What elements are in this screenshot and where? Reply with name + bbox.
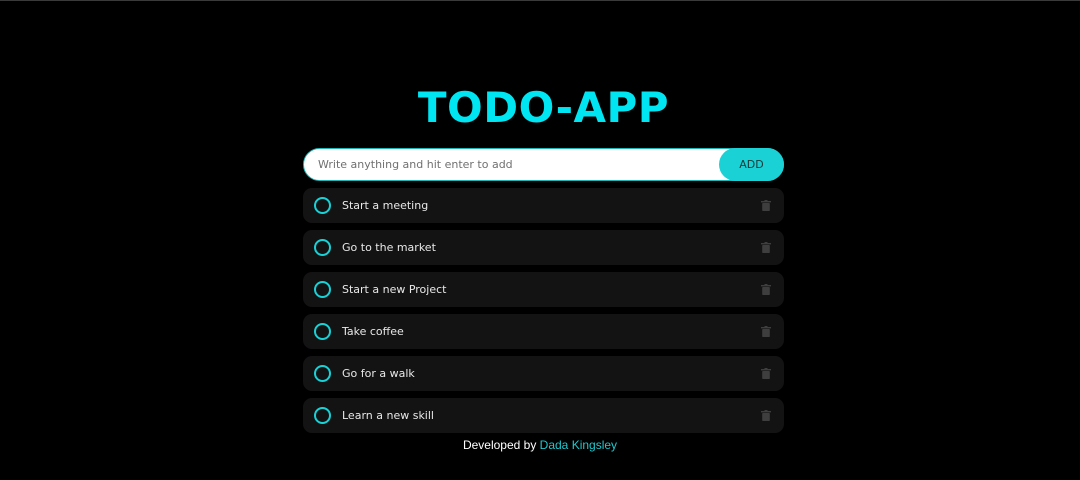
add-todo-form: ADD — [303, 148, 784, 181]
add-button[interactable]: ADD — [719, 148, 784, 181]
todo-item: Learn a new skill — [303, 398, 784, 433]
circle-outline-icon[interactable] — [314, 281, 331, 298]
todo-item: Go to the market — [303, 230, 784, 265]
todo-text: Learn a new skill — [342, 409, 434, 422]
todo-text: Start a meeting — [342, 199, 429, 212]
todo-app: TODO-APP ADD Start a meeting Go to the m… — [303, 84, 784, 440]
trash-icon[interactable] — [761, 284, 771, 295]
todo-item: Go for a walk — [303, 356, 784, 391]
trash-icon[interactable] — [761, 368, 771, 379]
window-top-border — [0, 0, 1080, 1]
todo-text: Take coffee — [342, 325, 404, 338]
todo-item: Take coffee — [303, 314, 784, 349]
todo-list: Start a meeting Go to the market Start a… — [303, 188, 784, 433]
todo-text: Go for a walk — [342, 367, 415, 380]
circle-outline-icon[interactable] — [314, 407, 331, 424]
todo-item: Start a new Project — [303, 272, 784, 307]
trash-icon[interactable] — [761, 242, 771, 253]
author-link[interactable]: Dada Kingsley — [540, 438, 617, 452]
trash-icon[interactable] — [761, 200, 771, 211]
footer-prefix: Developed by — [462, 438, 537, 452]
todo-item: Start a meeting — [303, 188, 784, 223]
todo-input[interactable] — [303, 148, 784, 181]
trash-icon[interactable] — [761, 410, 771, 421]
circle-outline-icon[interactable] — [314, 239, 331, 256]
trash-icon[interactable] — [761, 326, 771, 337]
app-title: TODO-APP — [417, 83, 670, 132]
circle-outline-icon[interactable] — [314, 365, 331, 382]
circle-outline-icon[interactable] — [314, 323, 331, 340]
todo-text: Start a new Project — [342, 283, 447, 296]
todo-text: Go to the market — [342, 241, 436, 254]
footer: Developed by Dada Kingsley — [0, 438, 1080, 452]
circle-outline-icon[interactable] — [314, 197, 331, 214]
